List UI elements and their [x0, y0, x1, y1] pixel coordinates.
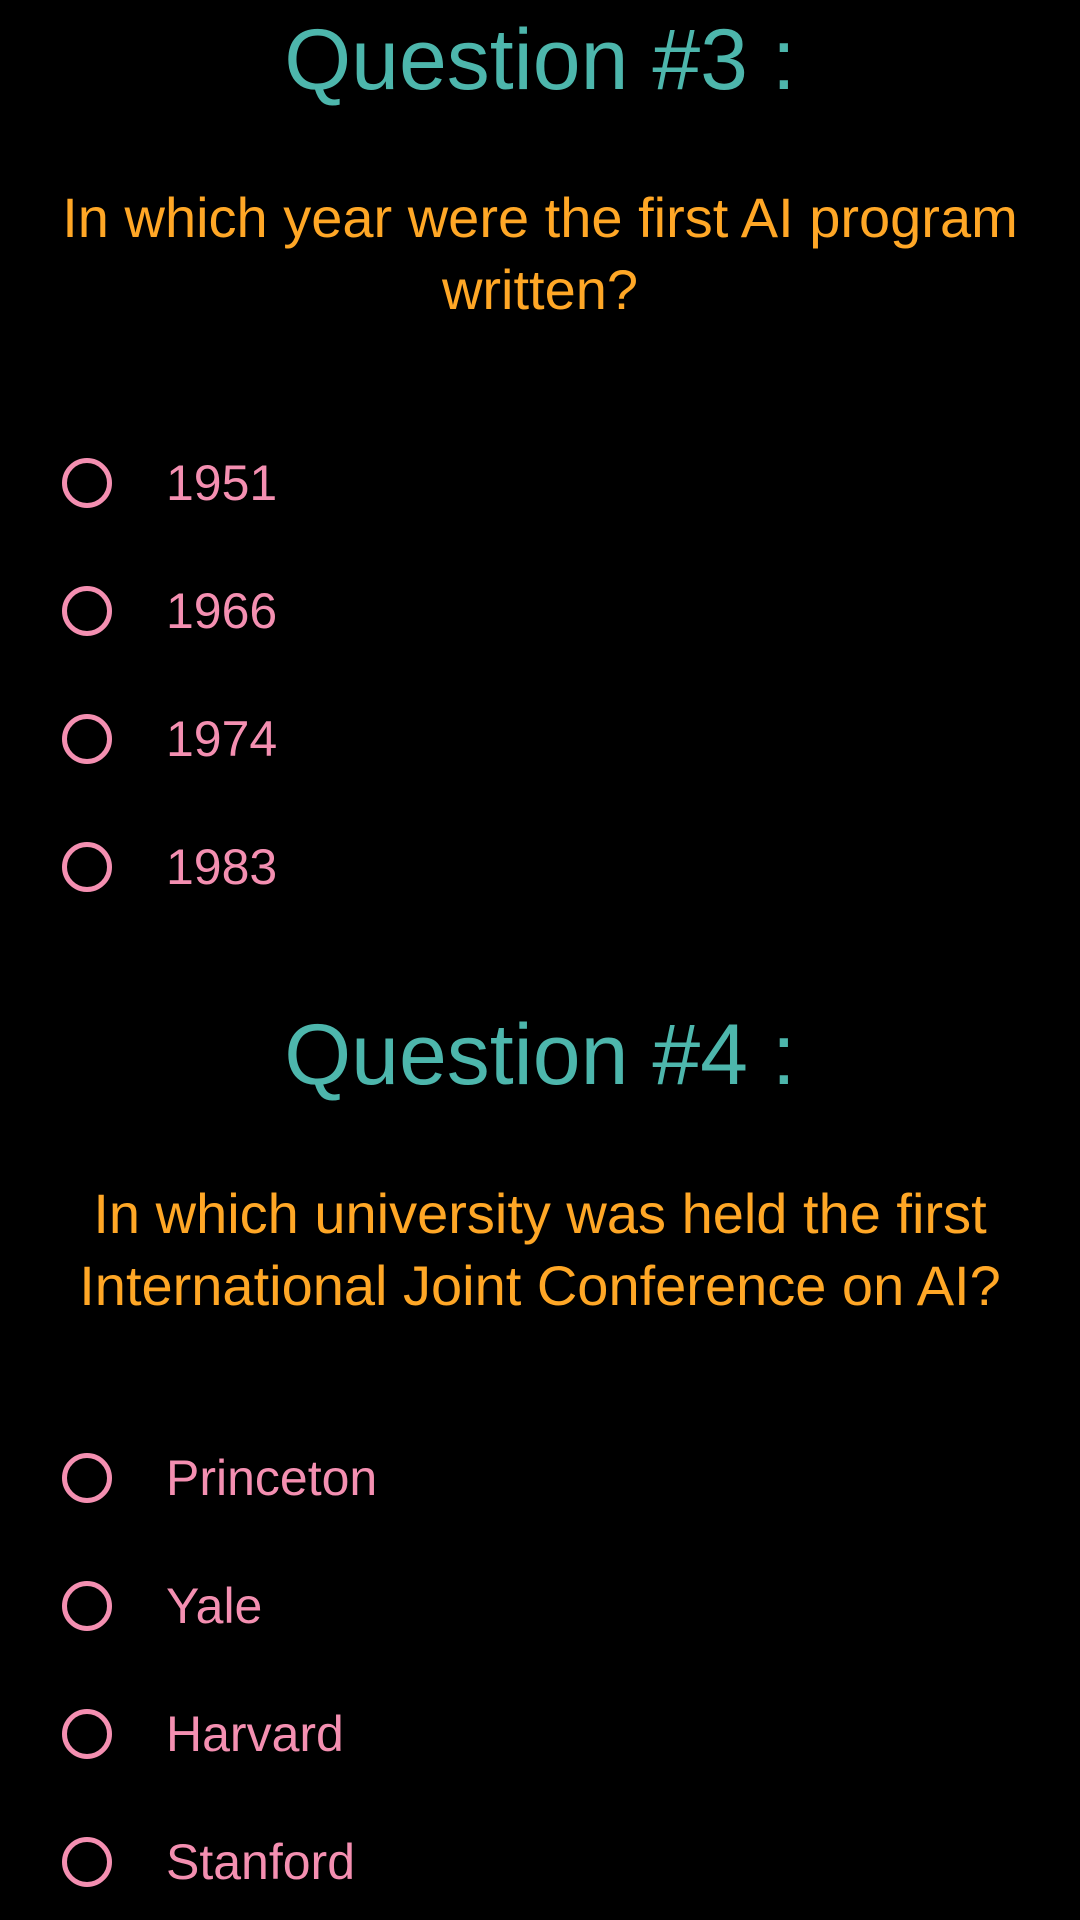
option-label: 1966 — [166, 583, 278, 639]
question-4-option-1[interactable]: Princeton — [58, 1438, 958, 1518]
question-4-option-4[interactable]: Stanford — [58, 1822, 958, 1902]
radio-unchecked-icon[interactable] — [62, 842, 112, 892]
question-3-title: Question #3 : — [284, 12, 796, 108]
question-4-text: In which university was held the first I… — [79, 1182, 1001, 1317]
question-4-option-3[interactable]: Harvard — [58, 1694, 958, 1774]
option-label: Harvard — [166, 1706, 344, 1762]
question-3-option-3[interactable]: 1974 — [58, 699, 958, 779]
option-label: Yale — [166, 1578, 263, 1634]
question-3-option-2[interactable]: 1966 — [58, 571, 958, 651]
question-4-option-2[interactable]: Yale — [58, 1566, 958, 1646]
option-label: 1974 — [166, 711, 278, 767]
question-4-title: Question #4 : — [284, 1007, 796, 1103]
question-3-option-4[interactable]: 1983 — [58, 827, 958, 907]
radio-unchecked-icon[interactable] — [62, 1453, 112, 1503]
radio-unchecked-icon[interactable] — [62, 1837, 112, 1887]
question-3-text: In which year were the first AI program … — [62, 186, 1018, 321]
question-3-option-1[interactable]: 1951 — [58, 443, 958, 523]
radio-unchecked-icon[interactable] — [62, 714, 112, 764]
radio-unchecked-icon[interactable] — [62, 586, 112, 636]
option-label: Princeton — [166, 1450, 378, 1506]
option-label: 1983 — [166, 839, 278, 895]
radio-unchecked-icon[interactable] — [62, 1581, 112, 1631]
option-label: 1951 — [166, 455, 278, 511]
radio-unchecked-icon[interactable] — [62, 1709, 112, 1759]
option-label: Stanford — [166, 1834, 356, 1890]
radio-unchecked-icon[interactable] — [62, 458, 112, 508]
